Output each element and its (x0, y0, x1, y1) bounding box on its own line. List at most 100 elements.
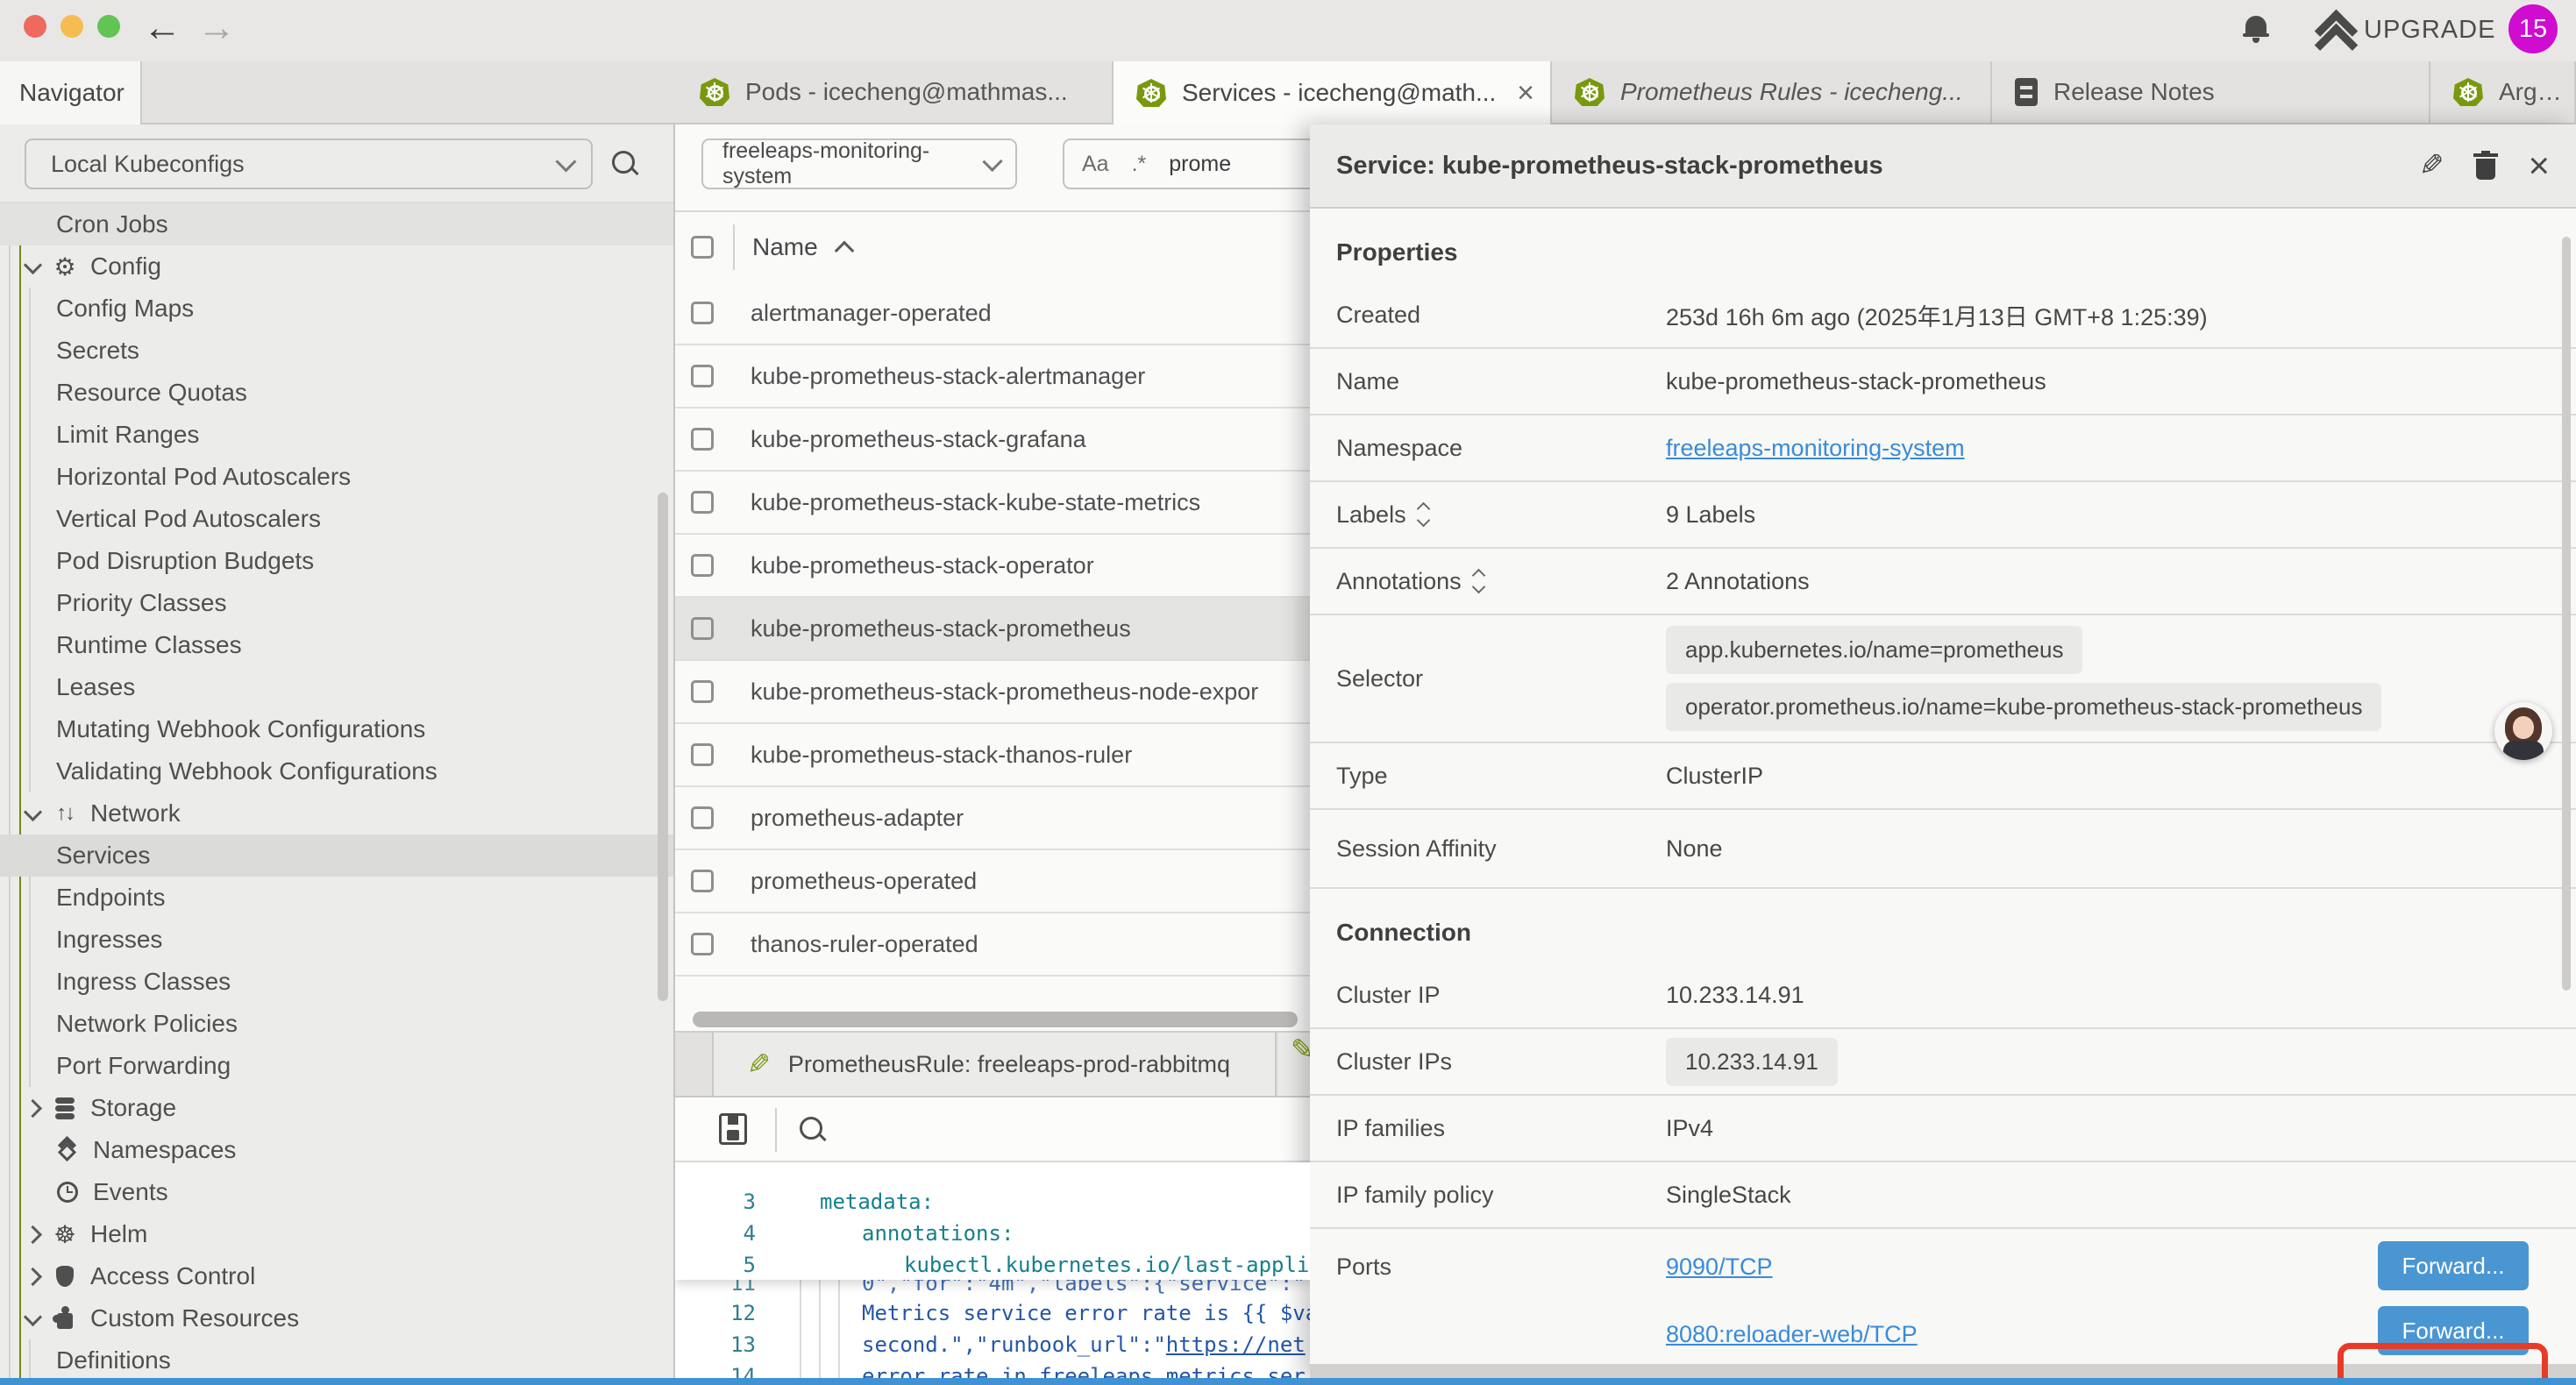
window-maximize-button[interactable] (97, 15, 120, 38)
sidebar-item-mutating-webhook-configurations[interactable]: Mutating Webhook Configurations (0, 708, 675, 750)
sidebar-item-config-maps[interactable]: Config Maps (0, 288, 675, 330)
row-checkbox[interactable] (691, 554, 714, 577)
row-checkbox[interactable] (691, 680, 714, 703)
sidebar-item-priority-classes[interactable]: Priority Classes (0, 582, 675, 624)
sidebar-item-network-policies[interactable]: Network Policies (0, 1003, 675, 1045)
row-checkbox[interactable] (691, 302, 714, 324)
tab-prometheus-rules-icecheng[interactable]: Prometheus Rules - icecheng... (1552, 61, 1992, 123)
table-row-kube-prometheus-stack-thanos-ruler[interactable]: kube-prometheus-stack-thanos-ruler (675, 724, 1310, 787)
sidebar-item-pod-disruption-budgets[interactable]: Pod Disruption Budgets (0, 540, 675, 582)
table-row-kube-prometheus-stack-prometheus[interactable]: kube-prometheus-stack-prometheus (675, 598, 1310, 661)
chevron-down-icon[interactable] (24, 1307, 42, 1325)
delete-button[interactable] (2473, 151, 2498, 181)
row-checkbox[interactable] (691, 743, 714, 766)
back-button[interactable]: ← (143, 7, 181, 49)
sort-icon[interactable] (1419, 504, 1428, 525)
select-all-checkbox[interactable] (691, 236, 714, 259)
forward-button-8080-reloader-web-tcp[interactable]: Forward... (2378, 1306, 2529, 1355)
sidebar-item-port-forwarding[interactable]: Port Forwarding (0, 1045, 675, 1087)
row-checkbox[interactable] (691, 491, 714, 514)
column-header-name[interactable]: Name (752, 233, 818, 261)
sidebar-item-storage[interactable]: Storage (0, 1087, 675, 1129)
window-minimize-button[interactable] (60, 15, 83, 38)
notification-badge[interactable]: 15 (2508, 4, 2558, 53)
chevron-right-icon[interactable] (24, 1098, 42, 1117)
port-link-8080-reloader-web-tcp[interactable]: 8080:reloader-web/TCP (1666, 1321, 1918, 1348)
sidebar-item-access-control[interactable]: Access Control (0, 1255, 675, 1297)
editor-tab-prometheusrule[interactable]: ✎ PrometheusRule: freeleaps-prod-rabbitm… (712, 1033, 1277, 1096)
sidebar-item-leases[interactable]: Leases (0, 666, 675, 708)
sidebar-scrollbar[interactable] (658, 493, 668, 1001)
sidebar-item-network[interactable]: ↑↓Network (0, 792, 675, 835)
save-button[interactable] (719, 1113, 747, 1145)
regex-toggle[interactable]: .* (1132, 152, 1147, 177)
table-horizontal-scrollbar[interactable] (693, 1012, 1298, 1027)
forward-button[interactable]: → (197, 7, 236, 49)
sidebar-item-limit-ranges[interactable]: Limit Ranges (0, 414, 675, 456)
row-checkbox[interactable] (691, 806, 714, 829)
sidebar-item-cron-jobs[interactable]: Cron Jobs (0, 203, 675, 245)
sidebar-item-ingresses[interactable]: Ingresses (0, 919, 675, 961)
table-search-input[interactable]: Aa .* prome (1063, 138, 1310, 189)
table-row-kube-prometheus-stack-grafana[interactable]: kube-prometheus-stack-grafana (675, 408, 1310, 472)
sidebar-item-namespaces[interactable]: Namespaces (0, 1129, 675, 1171)
table-row-kube-prometheus-stack-alertmanager[interactable]: kube-prometheus-stack-alertmanager (675, 345, 1310, 408)
sort-icon[interactable] (1474, 571, 1484, 592)
sidebar-item-helm[interactable]: ☸Helm (0, 1213, 675, 1255)
table-row-kube-prometheus-stack-kube-state-metrics[interactable]: kube-prometheus-stack-kube-state-metrics (675, 472, 1310, 535)
table-row-kube-prometheus-stack-operator[interactable]: kube-prometheus-stack-operator (675, 535, 1310, 598)
table-row-kube-prometheus-stack-prometheus-node-ex[interactable]: kube-prometheus-stack-prometheus-node-ex… (675, 661, 1310, 724)
chevron-down-icon[interactable] (24, 255, 42, 273)
sidebar-search-icon[interactable] (610, 149, 640, 179)
match-case-toggle[interactable]: Aa (1082, 152, 1109, 177)
port-link-9090-tcp[interactable]: 9090/TCP (1666, 1254, 1918, 1281)
tab-services-icecheng-math[interactable]: Services - icecheng@math...× (1114, 61, 1552, 124)
close-drawer-button[interactable]: × (2528, 151, 2550, 181)
code-link[interactable]: https://net (1166, 1332, 1306, 1357)
tab-argo-se[interactable]: Argo Se (2430, 61, 2576, 123)
yaml-editor[interactable]: 3metadata:4annotations:5kubectl.kubernet… (675, 1162, 1310, 1378)
row-checkbox[interactable] (691, 365, 714, 387)
namespace-filter-select[interactable]: freeleaps-monitoring-system (701, 138, 1017, 189)
tab-navigator[interactable]: Navigator (0, 61, 142, 124)
editor-search-button[interactable] (798, 1115, 828, 1145)
sidebar-item-resource-quotas[interactable]: Resource Quotas (0, 372, 675, 414)
sidebar-item-validating-webhook-configurations[interactable]: Validating Webhook Configurations (0, 750, 675, 792)
sidebar-item-services[interactable]: Services (0, 835, 675, 877)
drawer-scrollbar[interactable] (2562, 237, 2571, 991)
table-row-prometheus-operated[interactable]: prometheus-operated (675, 850, 1310, 913)
upgrade-button[interactable]: UPGRADE (2316, 11, 2495, 49)
chevron-right-icon[interactable] (24, 1267, 42, 1285)
chevron-down-icon[interactable] (24, 802, 42, 820)
row-checkbox[interactable] (691, 870, 714, 892)
row-checkbox[interactable] (691, 933, 714, 955)
sidebar-item-vertical-pod-autoscalers[interactable]: Vertical Pod Autoscalers (0, 498, 675, 540)
forward-button-9090-tcp[interactable]: Forward... (2378, 1241, 2529, 1290)
chevron-right-icon[interactable] (24, 1225, 42, 1243)
namespace-link[interactable]: freeleaps-monitoring-system (1666, 435, 1965, 462)
sidebar-item-runtime-classes[interactable]: Runtime Classes (0, 624, 675, 666)
row-checkbox[interactable] (691, 428, 714, 451)
table-row-prometheus-adapter[interactable]: prometheus-adapter (675, 787, 1310, 850)
tab-release-notes[interactable]: Release Notes (1992, 61, 2430, 123)
user-avatar[interactable] (2494, 702, 2552, 760)
table-row-alertmanager-operated[interactable]: alertmanager-operated (675, 282, 1310, 345)
sidebar-item-definitions[interactable]: Definitions (0, 1339, 675, 1378)
window-close-button[interactable] (24, 15, 46, 38)
close-tab-icon[interactable]: × (1517, 76, 1534, 110)
sidebar-item-config[interactable]: ⚙Config (0, 245, 675, 288)
notifications-bell-icon[interactable] (2243, 14, 2269, 40)
sort-ascending-icon[interactable] (834, 241, 854, 261)
tab-pods-icecheng-mathmas[interactable]: Pods - icecheng@mathmas... (677, 61, 1114, 123)
table-row-thanos-ruler-operated[interactable]: thanos-ruler-operated (675, 913, 1310, 977)
sidebar-item-secrets[interactable]: Secrets (0, 330, 675, 372)
sidebar-item-horizontal-pod-autoscalers[interactable]: Horizontal Pod Autoscalers (0, 456, 675, 498)
editor-tab-partial[interactable]: ✎ (1278, 1033, 1310, 1096)
kubeconfig-select[interactable]: Local Kubeconfigs (25, 138, 593, 189)
sidebar-item-ingress-classes[interactable]: Ingress Classes (0, 961, 675, 1003)
sidebar-item-endpoints[interactable]: Endpoints (0, 877, 675, 919)
sidebar-item-custom-resources[interactable]: Custom Resources (0, 1297, 675, 1339)
edit-button[interactable]: ✎ (2419, 148, 2444, 183)
row-checkbox[interactable] (691, 617, 714, 640)
sidebar-item-events[interactable]: Events (0, 1171, 675, 1213)
